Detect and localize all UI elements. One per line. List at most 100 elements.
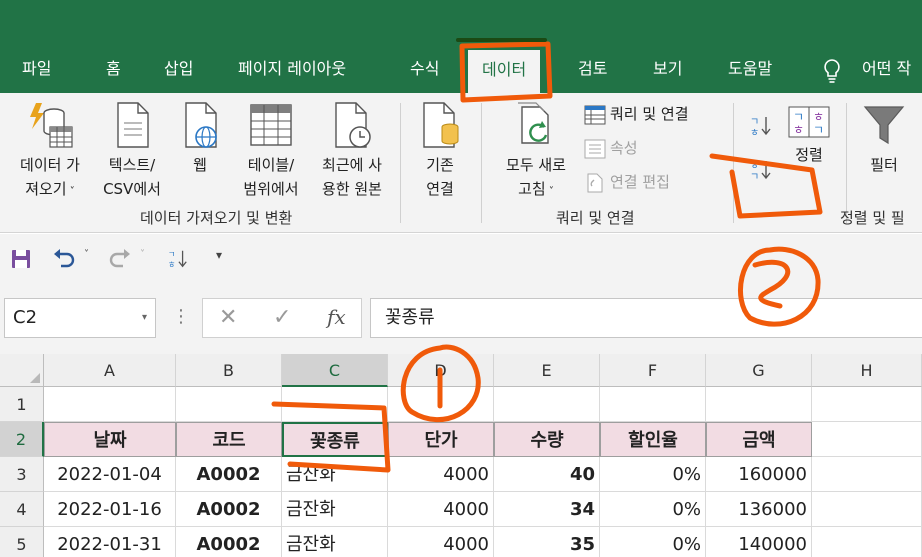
table-cell[interactable]: 140000 — [706, 527, 812, 557]
filter-button[interactable]: 필터 — [856, 101, 912, 177]
tab-view[interactable]: 보기 — [653, 52, 682, 86]
name-box-dropdown-icon[interactable]: ▾ — [142, 299, 147, 337]
text-file-icon — [117, 102, 149, 148]
table-cell[interactable]: 136000 — [706, 492, 812, 527]
table-cell[interactable]: 0% — [600, 457, 706, 492]
column-header-a[interactable]: A — [44, 354, 176, 387]
undo-icon[interactable] — [52, 248, 76, 270]
properties-button[interactable]: 속성 — [584, 137, 638, 159]
tab-data[interactable]: 데이터 — [468, 50, 541, 93]
cell[interactable] — [44, 387, 176, 422]
save-icon[interactable] — [10, 248, 32, 270]
get-data-label-2: 져오기 — [25, 180, 67, 198]
table-cell[interactable]: 금잔화 — [282, 527, 388, 557]
edit-links-button[interactable]: 연결 편집 — [584, 171, 670, 193]
table-header-cell[interactable]: 꽃종류 — [282, 422, 388, 457]
column-header-h[interactable]: H — [812, 354, 922, 387]
cell[interactable] — [812, 492, 922, 527]
formula-buttons: ✕ ✓ fx — [202, 298, 362, 338]
table-header-cell[interactable]: 할인율 — [600, 422, 706, 457]
ribbon-separator — [481, 103, 482, 223]
tab-formulas[interactable]: 수식 — [410, 52, 439, 86]
cell[interactable] — [812, 527, 922, 557]
table-header-cell[interactable]: 단가 — [388, 422, 494, 457]
table-cell[interactable]: 160000 — [706, 457, 812, 492]
recent-sources-button[interactable]: 최근에 사 용한 원본 — [310, 101, 394, 201]
cell[interactable] — [812, 422, 922, 457]
cell[interactable] — [812, 387, 922, 422]
tell-me-search[interactable]: 어떤 작 — [862, 52, 911, 86]
tab-insert[interactable]: 삽입 — [164, 52, 193, 86]
cell[interactable] — [812, 457, 922, 492]
table-cell[interactable]: 34 — [494, 492, 600, 527]
refresh-all-button[interactable]: 모두 새로 고침 ˅ — [490, 101, 582, 204]
cell[interactable] — [706, 387, 812, 422]
insert-function-icon[interactable]: fx — [327, 305, 346, 329]
tab-review[interactable]: 검토 — [578, 52, 607, 86]
tab-file[interactable]: 파일 — [22, 52, 51, 86]
tab-page-layout[interactable]: 페이지 레이아웃 — [238, 52, 346, 86]
queries-connections-button[interactable]: 쿼리 및 연결 — [584, 103, 689, 125]
tab-help[interactable]: 도움말 — [728, 52, 772, 86]
row-header-4[interactable]: 4 — [0, 492, 44, 527]
table-cell[interactable]: 0% — [600, 527, 706, 557]
table-cell[interactable]: 4000 — [388, 492, 494, 527]
table-cell[interactable]: 2022-01-16 — [44, 492, 176, 527]
recent-sources-label-2: 용한 원본 — [322, 180, 382, 198]
from-text-csv-button[interactable]: 텍스트/ CSV에서 — [96, 101, 168, 201]
table-header-cell[interactable]: 날짜 — [44, 422, 176, 457]
sort-button[interactable]: ㄱ ㅎ ㅎ ㄱ 정렬 — [784, 105, 834, 167]
row-header-3[interactable]: 3 — [0, 457, 44, 492]
cell[interactable] — [388, 387, 494, 422]
table-header-cell[interactable]: 금액 — [706, 422, 812, 457]
table-cell[interactable]: 40 — [494, 457, 600, 492]
sort-descending-icon[interactable]: ㅎ ㄱ — [748, 157, 774, 183]
table-cell[interactable]: A0002 — [176, 527, 282, 557]
row-header-1[interactable]: 1 — [0, 387, 44, 422]
cell[interactable] — [282, 387, 388, 422]
column-header-b[interactable]: B — [176, 354, 282, 387]
from-web-button[interactable]: 웹 — [176, 101, 224, 177]
enter-icon[interactable]: ✓ — [273, 305, 291, 330]
redo-dropdown-icon[interactable]: ˅ — [140, 249, 145, 260]
from-table-button[interactable]: 테이블/ 범위에서 — [236, 101, 306, 201]
table-cell[interactable]: 35 — [494, 527, 600, 557]
existing-connections-button[interactable]: 기존 연결 — [408, 101, 472, 201]
table-cell[interactable]: A0002 — [176, 492, 282, 527]
table-cell[interactable]: 4000 — [388, 527, 494, 557]
sort-ascending-icon[interactable]: ㄱ ㅎ — [748, 113, 774, 139]
lightbulb-icon[interactable] — [822, 58, 842, 84]
undo-dropdown-icon[interactable]: ˅ — [84, 249, 89, 260]
get-data-button[interactable]: 데이터 가 져오기 ˅ — [8, 101, 92, 204]
column-header-e[interactable]: E — [494, 354, 600, 387]
column-header-g[interactable]: G — [706, 354, 812, 387]
table-header-cell[interactable]: 코드 — [176, 422, 282, 457]
recent-sources-label-1: 최근에 사 — [322, 156, 382, 174]
sort-ascending-qat-icon[interactable]: ㄱ ㅎ — [166, 248, 190, 270]
table-cell[interactable]: 2022-01-04 — [44, 457, 176, 492]
table-cell[interactable]: 금잔화 — [282, 457, 388, 492]
table-cell[interactable]: A0002 — [176, 457, 282, 492]
formula-input[interactable]: 꽃종류 — [370, 298, 922, 338]
table-cell[interactable]: 4000 — [388, 457, 494, 492]
existing-connections-label-1: 기존 — [426, 156, 454, 174]
cell[interactable] — [176, 387, 282, 422]
name-box[interactable]: C2 ▾ — [4, 298, 156, 338]
cancel-icon[interactable]: ✕ — [219, 305, 237, 330]
formula-bar-handle-icon[interactable]: ⋮ — [172, 306, 190, 327]
cell[interactable] — [600, 387, 706, 422]
table-cell[interactable]: 금잔화 — [282, 492, 388, 527]
row-header-2[interactable]: 2 — [0, 422, 44, 457]
column-header-f[interactable]: F — [600, 354, 706, 387]
redo-icon[interactable] — [108, 248, 132, 270]
table-header-cell[interactable]: 수량 — [494, 422, 600, 457]
table-cell[interactable]: 2022-01-31 — [44, 527, 176, 557]
tab-home[interactable]: 홈 — [106, 52, 121, 86]
row-header-5[interactable]: 5 — [0, 527, 44, 557]
column-header-c[interactable]: C — [282, 354, 388, 387]
select-all-corner[interactable] — [0, 354, 44, 387]
column-header-d[interactable]: D — [388, 354, 494, 387]
table-cell[interactable]: 0% — [600, 492, 706, 527]
cell[interactable] — [494, 387, 600, 422]
customize-qat-icon[interactable]: ▾ — [216, 248, 222, 262]
